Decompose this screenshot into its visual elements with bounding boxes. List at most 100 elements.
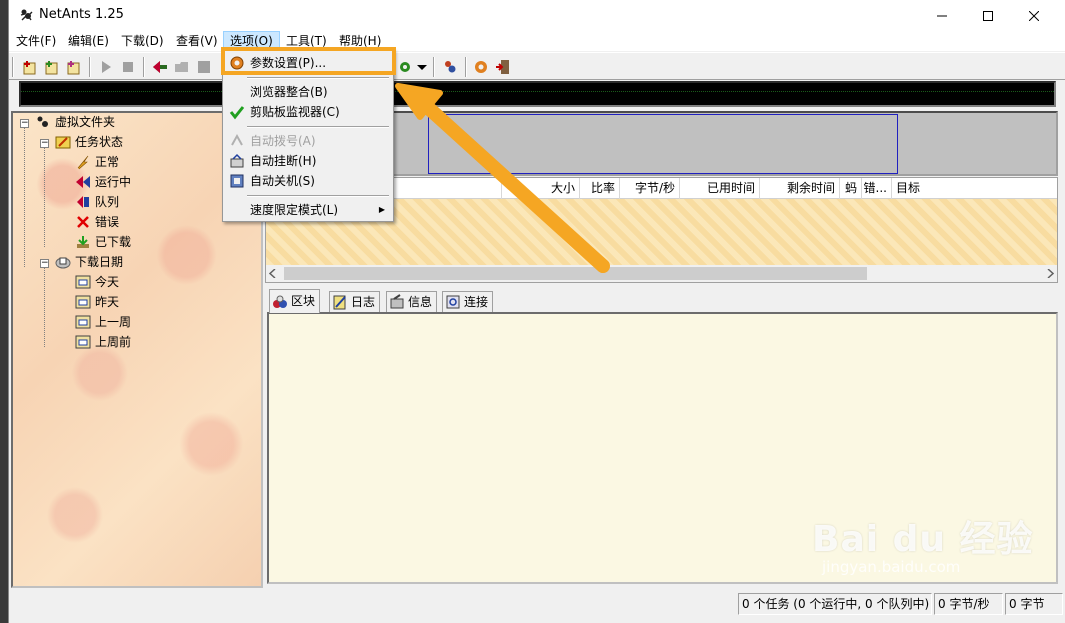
tree-item-yesterday[interactable]: 昨天: [75, 293, 119, 311]
tree-label: 下载日期: [75, 255, 124, 269]
tree-item-queue[interactable]: 队列: [75, 193, 119, 211]
dropdown-arrow-icon[interactable]: [413, 58, 431, 76]
tab-connection[interactable]: 连接: [442, 291, 494, 312]
menu-tools[interactable]: 工具(T): [280, 31, 333, 51]
tree-item-normal[interactable]: 正常: [75, 153, 119, 171]
tree-label: 正常: [95, 155, 120, 169]
start-icon[interactable]: [97, 58, 115, 76]
error-x-icon: [77, 216, 89, 228]
detail-tabs: 区块 日志 信息 连接: [265, 289, 1058, 313]
log-icon: [333, 295, 346, 310]
status-speed: 0 字节/秒: [934, 593, 1003, 615]
tree-item-downloaded[interactable]: 已下载: [75, 233, 131, 251]
scrollbar-thumb[interactable]: [284, 267, 867, 280]
column-header-size[interactable]: 大小: [502, 178, 580, 199]
scroll-right-icon[interactable]: [1046, 269, 1054, 278]
tree-root[interactable]: 虚拟文件夹: [35, 113, 115, 131]
tree-item-error[interactable]: 错误: [75, 213, 119, 231]
menu-item-label: 自动关机(S): [250, 174, 315, 188]
tree-line: [44, 267, 45, 347]
column-header-target[interactable]: 目标: [892, 178, 1057, 199]
menu-item-auto-shutdown[interactable]: 自动关机(S): [225, 171, 391, 191]
tab-info[interactable]: 信息: [386, 291, 438, 312]
settings-gear-icon[interactable]: [396, 58, 414, 76]
gear-icon: [230, 56, 244, 70]
menu-item-label: 剪贴板监视器(C): [250, 105, 340, 119]
horizontal-scrollbar[interactable]: [266, 265, 1057, 282]
move-up-icon[interactable]: [151, 58, 169, 76]
tree-root-label: 虚拟文件夹: [55, 115, 116, 129]
ants-folder-icon: [37, 116, 48, 127]
tree-item-today[interactable]: 今天: [75, 273, 119, 291]
tree-item-task-status[interactable]: 任务状态: [55, 133, 123, 151]
tree-item-last-week[interactable]: 上一周: [75, 313, 131, 331]
maximize-icon: [983, 10, 993, 21]
exit-icon[interactable]: [494, 58, 512, 76]
toolbar-separator: [89, 57, 91, 77]
minimize-icon: [937, 15, 947, 16]
column-header-errors[interactable]: 错...: [862, 178, 892, 199]
menu-item-speed-limit-mode[interactable]: 速度限定模式(L) ▶: [225, 200, 391, 220]
stop-icon[interactable]: [119, 58, 137, 76]
menu-view[interactable]: 查看(V): [170, 31, 224, 51]
close-button[interactable]: [1011, 0, 1057, 31]
tree-label: 运行中: [95, 175, 132, 189]
tab-label: 信息: [408, 294, 433, 309]
scroll-left-icon[interactable]: [269, 269, 277, 278]
menu-item-auto-dial[interactable]: 自动拨号(A): [225, 131, 391, 151]
import-icon[interactable]: [65, 58, 83, 76]
menu-item-auto-hangup[interactable]: 自动挂断(H): [225, 151, 391, 171]
menu-help[interactable]: 帮助(H): [333, 31, 387, 51]
tab-label: 区块: [291, 294, 316, 308]
ants-icon[interactable]: [441, 58, 459, 76]
menu-item-preferences[interactable]: 参数设置(P)...: [225, 53, 391, 73]
delete-icon[interactable]: [195, 58, 213, 76]
open-folder-icon[interactable]: [173, 58, 191, 76]
menu-item-clipboard-monitor[interactable]: 剪贴板监视器(C): [225, 102, 391, 122]
tree-collapse-root[interactable]: −: [20, 119, 29, 128]
tree-label: 上周前: [95, 335, 132, 349]
tree-collapse-download-date[interactable]: −: [40, 259, 49, 268]
hangup-icon: [230, 153, 244, 168]
tree-item-download-date[interactable]: 下载日期: [55, 253, 123, 271]
maximize-button[interactable]: [965, 0, 1011, 31]
submenu-arrow-icon: ▶: [378, 205, 385, 214]
dialup-icon: [231, 133, 243, 146]
title-bar[interactable]: NetAnts 1.25: [9, 0, 1065, 31]
options-icon[interactable]: [472, 58, 490, 76]
netants-app-icon: [20, 9, 33, 21]
tree-line: [24, 127, 25, 267]
column-header-ants[interactable]: 蚂: [840, 178, 862, 199]
menu-edit[interactable]: 编辑(E): [62, 31, 115, 51]
status-bar: 0 个任务 (0 个运行中, 0 个队列中) 0 字节/秒 0 字节: [9, 590, 1065, 623]
calendar-icon: [75, 335, 91, 349]
lightning-icon: [77, 155, 89, 170]
tree-collapse-task-status[interactable]: −: [40, 139, 49, 148]
tab-log[interactable]: 日志: [329, 291, 381, 312]
menu-options[interactable]: 选项(O): [223, 31, 280, 51]
baidu-jingyan-watermark: Bai du 经验 jingyan.baidu.com: [812, 510, 1034, 576]
new-task-icon[interactable]: [21, 58, 39, 76]
options-dropdown-menu: 参数设置(P)... 浏览器整合(B) 剪贴板监视器(C) 自动拨号(A) 自动…: [222, 49, 394, 222]
add-batch-icon[interactable]: [43, 58, 61, 76]
menu-item-browser-integration[interactable]: 浏览器整合(B): [225, 82, 391, 102]
tree-item-running[interactable]: 运行中: [75, 173, 131, 191]
menu-item-label: 速度限定模式(L): [250, 203, 339, 217]
tree-item-before-last-week[interactable]: 上周前: [75, 333, 131, 351]
column-header-elapsed[interactable]: 已用时间: [680, 178, 760, 199]
column-header-speed[interactable]: 字节/秒: [620, 178, 680, 199]
tab-label: 连接: [464, 294, 489, 309]
menu-download[interactable]: 下载(D): [115, 31, 170, 51]
tree-label: 上一周: [95, 315, 132, 329]
blocks-icon: [273, 295, 287, 308]
menu-item-label: 自动挂断(H): [250, 154, 317, 168]
tree-label: 队列: [95, 195, 120, 209]
checkmark-icon: [229, 106, 245, 120]
minimize-button[interactable]: [919, 0, 965, 31]
column-header-remaining[interactable]: 剩余时间: [760, 178, 840, 199]
menu-file[interactable]: 文件(F): [10, 31, 62, 51]
tab-blocks[interactable]: 区块: [269, 289, 321, 313]
column-header-ratio[interactable]: 比率: [580, 178, 620, 199]
tree-label: 任务状态: [75, 135, 124, 149]
speed-monitor: [19, 81, 1056, 107]
